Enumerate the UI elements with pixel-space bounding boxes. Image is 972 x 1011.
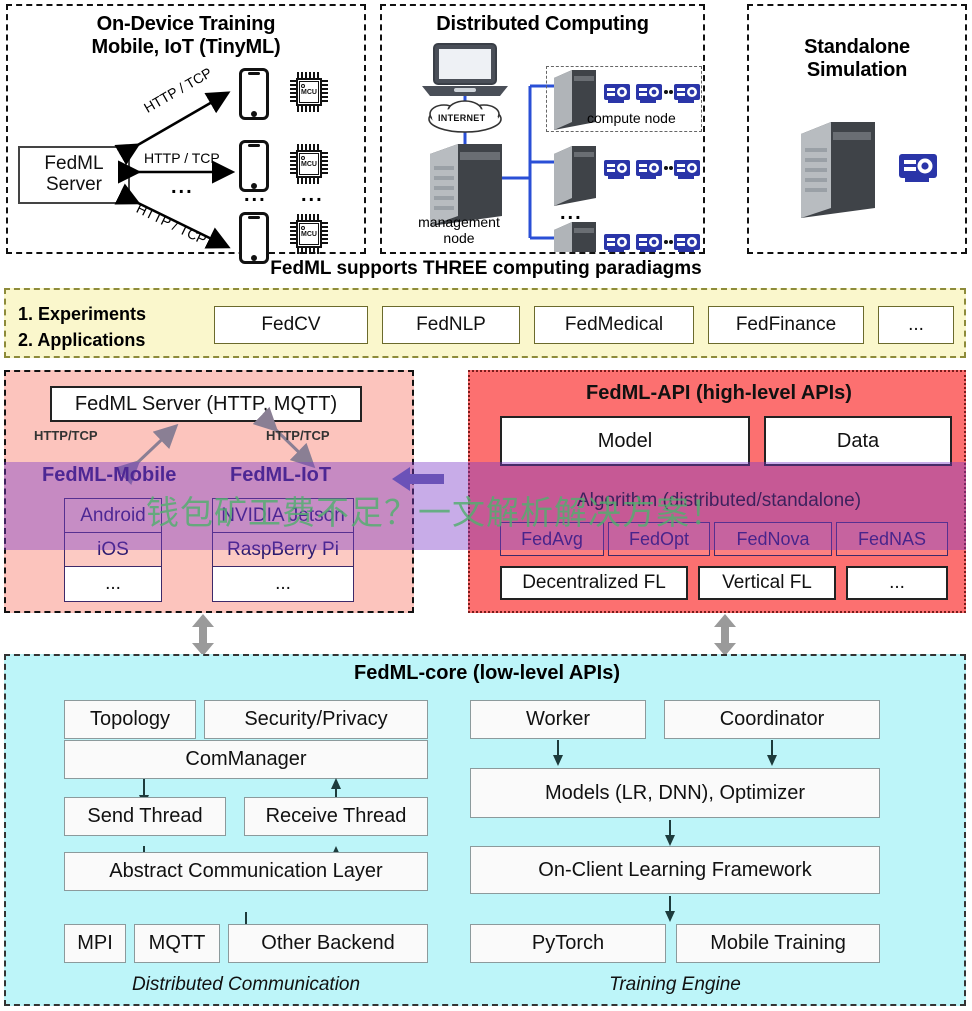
fedml-mobile-title: FedML-Mobile: [42, 464, 177, 486]
app-box-fednlp[interactable]: FedNLP: [382, 306, 520, 344]
core-box-worker[interactable]: Worker: [470, 700, 646, 739]
applications-label: 2. Applications: [18, 330, 146, 351]
api-box-model[interactable]: Model: [500, 416, 750, 466]
app-box-fedmedical[interactable]: FedMedical: [534, 306, 694, 344]
phone-icon: [239, 212, 269, 264]
app-box-fedcv[interactable]: FedCV: [214, 306, 368, 344]
mobile-item-more[interactable]: ...: [65, 567, 161, 601]
algo-box-fedavg[interactable]: FedAvg: [500, 522, 604, 556]
http-tcp-label-left: HTTP/TCP: [34, 428, 98, 443]
fedml-mobile-stack: Android iOS ...: [64, 498, 162, 602]
panel-standalone-simulation: Standalone Simulation: [747, 4, 967, 254]
iot-item-nvidia-jetson[interactable]: NVIDIA Jetson: [213, 499, 353, 533]
core-box-receive-thread[interactable]: Receive Thread: [244, 797, 428, 836]
fl-box-decentralized[interactable]: Decentralized FL: [500, 566, 688, 600]
experiments-label: 1. Experiments: [18, 304, 147, 324]
core-box-onclient[interactable]: On-Client Learning Framework: [470, 846, 880, 894]
paradigms-caption: FedML supports THREE computing paradiagm…: [270, 258, 702, 279]
core-box-abstract-layer[interactable]: Abstract Communication Layer: [64, 852, 428, 891]
distributed-communication-caption: Distributed Communication: [131, 974, 361, 995]
management-node-label: management node: [404, 214, 514, 246]
fedml-api-panel: FedML-API (high-level APIs) Model Data A…: [468, 370, 966, 613]
core-box-mqtt[interactable]: MQTT: [134, 924, 220, 963]
mcu-chip-icon: MCU: [290, 214, 328, 254]
fedml-api-title: FedML-API (high-level APIs): [586, 382, 852, 404]
core-box-coordinator[interactable]: Coordinator: [664, 700, 880, 739]
core-box-other-backend[interactable]: Other Backend: [228, 924, 428, 963]
mobile-item-android[interactable]: Android: [65, 499, 161, 533]
standalone-graphics: [801, 122, 937, 218]
http-tcp-label-right: HTTP/TCP: [266, 428, 330, 443]
algo-box-fedopt[interactable]: FedOpt: [608, 522, 710, 556]
paradigms-section: On-Device Training Mobile, IoT (TinyML) …: [0, 0, 972, 279]
panel-on-device-training: On-Device Training Mobile, IoT (TinyML) …: [6, 4, 366, 264]
management-node-line2: node: [443, 230, 475, 246]
mcu-label: MCU: [301, 231, 317, 238]
management-node-line1: management: [418, 214, 500, 230]
experiments-applications-lead: 1. Experiments 2. Applications: [18, 301, 208, 353]
panel-distributed-computing: Distributed Computing INTERNET compute n…: [380, 4, 705, 254]
algo-box-fednova[interactable]: FedNova: [714, 522, 832, 556]
fedml-iot-stack: NVIDIA Jetson RaspBerry Pi ...: [212, 498, 354, 602]
compute-node-label: compute node: [587, 110, 676, 126]
mcu-column-ellipsis: ...: [301, 184, 324, 206]
core-box-send-thread[interactable]: Send Thread: [64, 797, 226, 836]
phone-icon: [239, 68, 269, 120]
internet-label: INTERNET: [438, 113, 486, 123]
fedml-mobile-iot-panel: FedML Server (HTTP, MQTT) HTTP/TCP HTTP/…: [4, 370, 414, 613]
fl-box-vertical[interactable]: Vertical FL: [698, 566, 836, 600]
training-engine-caption: Training Engine: [609, 974, 741, 995]
server-column-ellipsis: ...: [560, 202, 583, 224]
mcu-chip-icon: MCU: [290, 72, 328, 112]
iot-item-raspberry-pi[interactable]: RaspBerry Pi: [213, 533, 353, 567]
mcu-label: MCU: [301, 89, 317, 96]
mcu-chip-icon: MCU: [290, 144, 328, 184]
core-box-pytorch[interactable]: PyTorch: [470, 924, 666, 963]
layer-link-arrow-right: [714, 614, 736, 656]
fedml-iot-title: FedML-IoT: [230, 464, 332, 486]
core-box-models[interactable]: Models (LR, DNN), Optimizer: [470, 768, 880, 818]
phone-icon: [239, 140, 269, 192]
app-box-fedfinance[interactable]: FedFinance: [708, 306, 864, 344]
app-box-more[interactable]: ...: [878, 306, 954, 344]
core-box-mobile-training[interactable]: Mobile Training: [676, 924, 880, 963]
left-arrow-icon: [392, 467, 444, 491]
link-label-mid: HTTP / TCP: [144, 150, 220, 166]
layer-link-arrow-left: [192, 614, 214, 656]
fl-box-more[interactable]: ...: [846, 566, 948, 600]
api-box-data[interactable]: Data: [764, 416, 952, 466]
experiments-applications-band: 1. Experiments 2. Applications FedCV Fed…: [4, 288, 966, 358]
core-box-mpi[interactable]: MPI: [64, 924, 126, 963]
server-link-ellipsis: ...: [171, 176, 194, 198]
algorithm-title: Algorithm (distributed/standalone): [576, 490, 862, 511]
algo-box-fednas[interactable]: FedNAS: [836, 522, 948, 556]
iot-item-more[interactable]: ...: [213, 567, 353, 601]
mcu-label: MCU: [301, 161, 317, 168]
mobile-item-ios[interactable]: iOS: [65, 533, 161, 567]
fedml-core-panel: FedML-core (low-level APIs) Topology Sec…: [4, 654, 966, 1006]
